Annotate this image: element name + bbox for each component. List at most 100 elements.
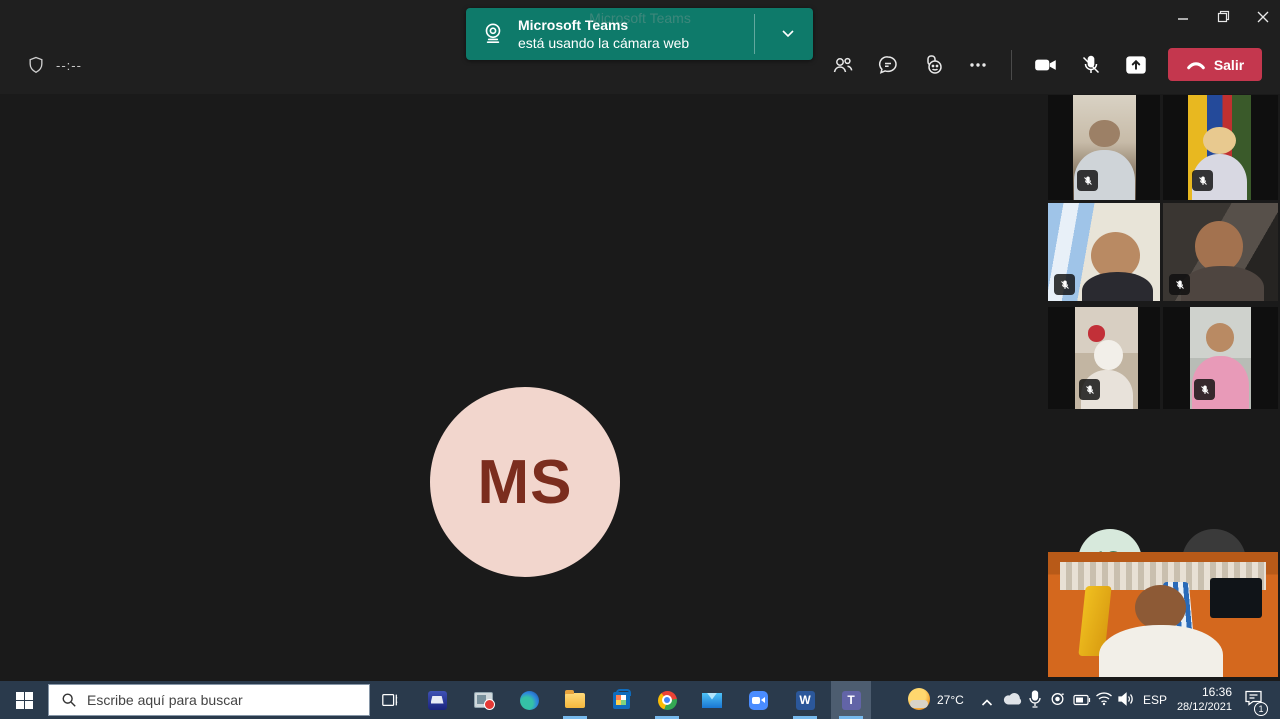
share-screen-button[interactable] <box>1120 49 1152 81</box>
muted-badge <box>1077 170 1098 191</box>
mic-off-icon <box>1084 384 1096 396</box>
cloud-overlay <box>910 700 928 708</box>
tray-time: 16:36 <box>1172 685 1232 700</box>
webcam-tray-icon[interactable] <box>1049 692 1066 713</box>
wifi-icon <box>1095 691 1113 706</box>
word-icon: W <box>796 691 815 710</box>
mic-toggle-button[interactable] <box>1075 49 1107 81</box>
search-input[interactable] <box>87 692 369 708</box>
taskbar-search[interactable] <box>48 684 370 716</box>
taskbar-app-teams-active[interactable]: T <box>831 681 871 719</box>
main-speaker-initials: MS <box>478 447 573 518</box>
close-button[interactable] <box>1243 0 1280 33</box>
taskbar-app-edge[interactable] <box>509 681 549 719</box>
webcam-icon <box>1049 692 1066 708</box>
weather-icon[interactable] <box>908 688 930 710</box>
taskbar-app-word[interactable]: W <box>785 681 825 719</box>
more-options-button[interactable] <box>962 49 994 81</box>
webcam-icon <box>480 21 506 47</box>
minimize-icon <box>1177 11 1189 23</box>
tray-temperature[interactable]: 27°C <box>937 693 964 707</box>
speaker-icon <box>1117 691 1135 707</box>
toolbar-divider <box>1011 50 1012 80</box>
chevron-down-icon[interactable] <box>779 24 797 42</box>
participants-button[interactable] <box>827 49 859 81</box>
volume-tray-icon[interactable] <box>1117 691 1135 712</box>
person-silhouette <box>1203 127 1236 154</box>
mic-off-icon <box>1082 175 1094 187</box>
notification-count-badge: 1 <box>1254 702 1268 716</box>
self-video[interactable] <box>1048 552 1278 677</box>
restore-button[interactable] <box>1203 0 1243 33</box>
security-shield-icon[interactable] <box>20 49 52 81</box>
participant-video-2[interactable] <box>1188 95 1251 200</box>
task-view-button[interactable] <box>370 681 410 719</box>
teams-meeting-window: Microsoft Teams Microsoft Teams está usa… <box>0 0 1280 719</box>
person-silhouette <box>1099 625 1223 678</box>
reactions-button[interactable] <box>917 49 949 81</box>
banner-divider <box>754 14 755 54</box>
onedrive-tray-icon[interactable] <box>1003 692 1023 711</box>
leave-call-label: Salir <box>1214 57 1244 73</box>
person-silhouette <box>1206 323 1234 352</box>
muted-badge <box>1192 170 1213 191</box>
battery-tray-icon[interactable] <box>1073 693 1091 711</box>
tray-date: 28/12/2021 <box>1172 700 1232 715</box>
tray-clock[interactable]: 16:36 28/12/2021 <box>1172 685 1232 715</box>
participant-video-5[interactable] <box>1075 307 1138 409</box>
leave-call-button[interactable]: Salir <box>1168 48 1262 81</box>
flower-accent <box>1088 325 1106 341</box>
taskbar-app-file-explorer[interactable] <box>555 681 595 719</box>
start-button[interactable] <box>0 681 48 719</box>
zoom-icon <box>749 691 768 710</box>
taskbar-app-scanner[interactable] <box>417 681 457 719</box>
microsoft-store-icon <box>613 692 630 709</box>
participant-video-3[interactable] <box>1048 203 1160 301</box>
taskbar-app-recorder[interactable] <box>463 681 503 719</box>
banner-app-name: Microsoft Teams <box>518 16 689 34</box>
person-silhouette <box>1089 120 1119 147</box>
restore-icon <box>1217 10 1230 23</box>
search-icon <box>61 692 77 708</box>
battery-icon <box>1073 694 1091 706</box>
muted-badge <box>1194 379 1215 400</box>
muted-badge <box>1169 274 1190 295</box>
muted-badge <box>1079 379 1100 400</box>
camera-on-icon <box>1033 52 1059 78</box>
tray-language[interactable]: ESP <box>1143 693 1167 707</box>
microphone-tray-icon[interactable] <box>1029 690 1041 714</box>
chrome-icon <box>658 691 677 710</box>
hidden-icons-chevron[interactable] <box>981 695 993 713</box>
action-center-button[interactable]: 1 <box>1244 689 1263 712</box>
person-silhouette <box>1094 340 1123 371</box>
scanner-app-icon <box>428 691 447 710</box>
muted-badge <box>1054 274 1075 295</box>
camera-toggle-button[interactable] <box>1030 49 1062 81</box>
mic-off-icon <box>1079 53 1103 77</box>
close-icon <box>1257 11 1269 23</box>
task-view-icon <box>381 691 399 709</box>
participant-video-6[interactable] <box>1190 307 1251 409</box>
edge-icon <box>520 691 539 710</box>
mic-off-icon <box>1174 279 1186 291</box>
meeting-stage: MS Mail Info Secretaria <box>0 94 1280 681</box>
wifi-tray-icon[interactable] <box>1095 691 1113 711</box>
minimize-button[interactable] <box>1163 0 1203 33</box>
reactions-icon <box>921 53 945 77</box>
people-icon <box>831 53 855 77</box>
call-timer: --:-- <box>56 58 82 73</box>
screen-recorder-icon <box>474 692 493 708</box>
taskbar-app-chrome[interactable] <box>647 681 687 719</box>
mail-icon <box>702 693 722 708</box>
participant-video-4[interactable] <box>1163 203 1278 301</box>
share-icon <box>1123 52 1149 78</box>
taskbar-app-mail[interactable] <box>692 681 732 719</box>
participant-video-1[interactable] <box>1073 95 1136 200</box>
chat-icon <box>876 53 900 77</box>
taskbar-app-store[interactable] <box>601 681 641 719</box>
chat-button[interactable] <box>872 49 904 81</box>
windows-logo-icon <box>16 692 33 709</box>
mic-off-icon <box>1059 279 1071 291</box>
taskbar-app-zoom[interactable] <box>738 681 778 719</box>
camera-usage-banner[interactable]: Microsoft Teams está usando la cámara we… <box>466 8 813 60</box>
